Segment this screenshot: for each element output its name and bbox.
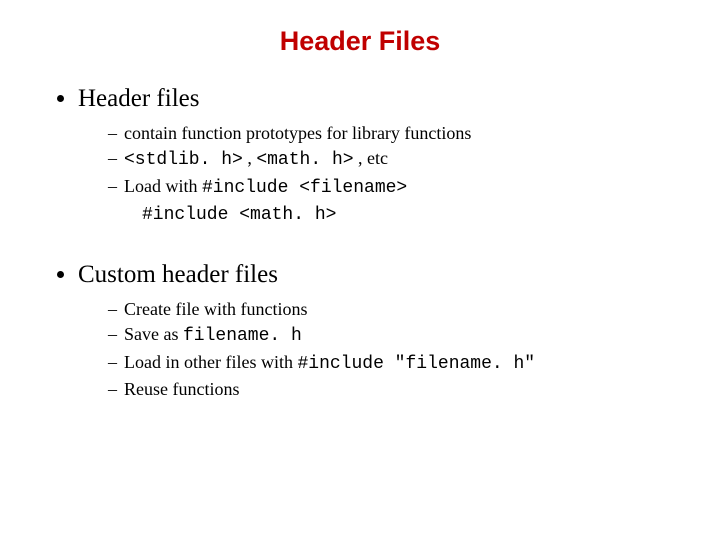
load-with-text: Load with xyxy=(124,176,202,196)
sub-item-2-0-text: Create file with functions xyxy=(124,299,307,319)
code-stdlib: <stdlib. h> xyxy=(124,150,243,170)
code-include-quoted: #include "filename. h" xyxy=(297,354,535,374)
section-heading-1-text: Header files xyxy=(78,85,199,112)
section-heading-1: Header files contain function prototypes… xyxy=(78,85,668,227)
sub-item-2-2: Load in other files with #include "filen… xyxy=(108,350,668,376)
sub-list-1: contain function prototypes for library … xyxy=(78,121,668,200)
slide: Header Files Header files contain functi… xyxy=(0,0,720,540)
sub-item-2-3: Reuse functions xyxy=(108,377,668,401)
sub-item-1-indent: #include <math. h> xyxy=(78,201,668,227)
code-include-filename: #include <filename> xyxy=(202,178,407,198)
load-other-text: Load in other files with xyxy=(124,352,297,372)
etc-text: , etc xyxy=(354,148,388,168)
sub-item-1-1: <stdlib. h> , <math. h> , etc xyxy=(108,146,668,172)
sub-item-1-0-text: contain function prototypes for library … xyxy=(124,123,471,143)
code-filename-h: filename. h xyxy=(183,326,302,346)
slide-title: Header Files xyxy=(52,26,668,57)
section-heading-2: Custom header files Create file with fun… xyxy=(78,261,668,401)
code-math: <math. h> xyxy=(256,150,353,170)
sub-item-2-1: Save as filename. h xyxy=(108,322,668,348)
sub-item-2-3-text: Reuse functions xyxy=(124,379,239,399)
sub-item-1-2: Load with #include <filename> xyxy=(108,174,668,200)
spacer xyxy=(52,233,668,261)
save-as-text: Save as xyxy=(124,324,183,344)
sub-list-2: Create file with functions Save as filen… xyxy=(78,297,668,401)
sub-item-1-0: contain function prototypes for library … xyxy=(108,121,668,145)
sub-item-2-0: Create file with functions xyxy=(108,297,668,321)
section-heading-2-text: Custom header files xyxy=(78,261,278,288)
sep-1: , xyxy=(243,148,257,168)
bullet-list-2: Custom header files Create file with fun… xyxy=(52,261,668,401)
bullet-list-1: Header files contain function prototypes… xyxy=(52,85,668,227)
code-include-math: #include <math. h> xyxy=(142,205,336,225)
